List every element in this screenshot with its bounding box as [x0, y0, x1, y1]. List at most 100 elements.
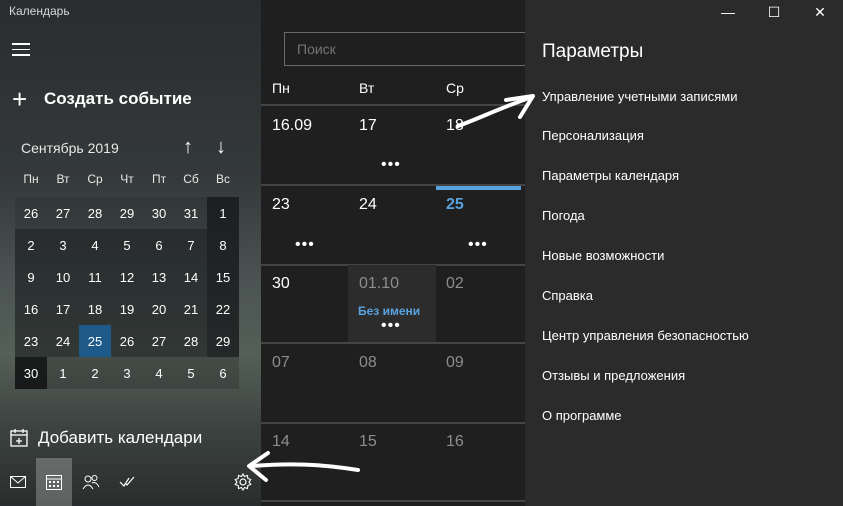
day-cell-date[interactable]: 07: [272, 354, 290, 372]
settings-title: Параметры: [542, 41, 644, 62]
day-cell-date[interactable]: 01.10: [359, 275, 399, 293]
week-divider: [261, 104, 525, 106]
more-events-indicator[interactable]: •••: [381, 156, 401, 174]
mini-calendar-day[interactable]: 4: [143, 357, 175, 389]
mini-calendar-day[interactable]: 5: [111, 229, 143, 261]
mini-calendar-weekdays: Пн Вт Ср Чт Пт Сб Вс: [15, 172, 239, 186]
mini-calendar-day[interactable]: 4: [79, 229, 111, 261]
mini-calendar-day[interactable]: 1: [207, 197, 239, 229]
day-cell-date[interactable]: 30: [272, 275, 290, 293]
day-cell-date[interactable]: 24: [359, 196, 377, 214]
mini-calendar-day[interactable]: 23: [15, 325, 47, 357]
navigation-pane: Календарь + Создать событие Сентябрь 201…: [0, 0, 261, 506]
day-cell-date[interactable]: 18: [446, 117, 464, 135]
mini-calendar-day[interactable]: 19: [111, 293, 143, 325]
close-button[interactable]: ✕: [797, 0, 843, 24]
mini-calendar-day[interactable]: 28: [175, 325, 207, 357]
day-cell-date[interactable]: 08: [359, 354, 377, 372]
more-events-indicator[interactable]: •••: [468, 236, 488, 254]
mini-calendar-day[interactable]: 16: [15, 293, 47, 325]
weekday-label: Пт: [151, 172, 167, 186]
mini-calendar-day[interactable]: 29: [207, 325, 239, 357]
day-header-tue: Вт: [359, 80, 375, 96]
menu-about[interactable]: О программе: [542, 408, 622, 423]
mini-calendar-day[interactable]: 26: [15, 197, 47, 229]
mini-calendar-day[interactable]: 21: [175, 293, 207, 325]
mini-calendar-day[interactable]: 18: [79, 293, 111, 325]
mini-calendar-day[interactable]: 11: [79, 261, 111, 293]
hamburger-menu-icon[interactable]: [12, 43, 30, 57]
mini-calendar-day[interactable]: 10: [47, 261, 79, 293]
mini-calendar-day[interactable]: 30: [15, 357, 47, 389]
more-events-indicator[interactable]: •••: [295, 236, 315, 254]
menu-calendar-settings[interactable]: Параметры календаря: [542, 168, 679, 183]
mini-calendar-day[interactable]: 30: [143, 197, 175, 229]
todo-check-icon[interactable]: [109, 458, 145, 506]
week-divider: [261, 422, 525, 424]
day-cell-date[interactable]: 17: [359, 117, 377, 135]
mini-calendar-month[interactable]: Сентябрь 2019: [21, 140, 119, 156]
settings-gear-icon[interactable]: [225, 458, 261, 506]
people-icon[interactable]: [72, 458, 108, 506]
menu-weather[interactable]: Погода: [542, 208, 585, 223]
event-item[interactable]: Без имени: [358, 304, 420, 318]
mini-calendar-day[interactable]: 15: [207, 261, 239, 293]
mini-calendar-day[interactable]: 3: [47, 229, 79, 261]
day-cell-date[interactable]: 16.09: [272, 117, 312, 135]
settings-panel: — ☐ ✕ Параметры Управление учетными запи…: [525, 0, 843, 506]
calendar-icon[interactable]: [36, 458, 73, 506]
menu-whats-new[interactable]: Новые возможности: [542, 248, 664, 263]
mini-calendar-day[interactable]: 8: [207, 229, 239, 261]
weekday-label: Вс: [215, 172, 230, 186]
mini-calendar-day[interactable]: 20: [143, 293, 175, 325]
mini-calendar-day[interactable]: 25: [79, 325, 111, 357]
app-title: Календарь: [9, 4, 70, 18]
mini-calendar-day[interactable]: 5: [175, 357, 207, 389]
search-input[interactable]: [284, 32, 534, 66]
mail-icon[interactable]: [0, 458, 36, 506]
mini-calendar-day[interactable]: 27: [143, 325, 175, 357]
day-cell-date[interactable]: 16: [446, 433, 464, 451]
day-cell-date[interactable]: 09: [446, 354, 464, 372]
day-cell-date[interactable]: 02: [446, 275, 464, 293]
mini-calendar-day[interactable]: 6: [207, 357, 239, 389]
mini-calendar-day[interactable]: 1: [47, 357, 79, 389]
mini-calendar-day[interactable]: 3: [111, 357, 143, 389]
mini-calendar-day[interactable]: 6: [143, 229, 175, 261]
mini-calendar-day[interactable]: 13: [143, 261, 175, 293]
mini-calendar-day[interactable]: 31: [175, 197, 207, 229]
weekday-label: Чт: [120, 172, 134, 186]
previous-month-arrow-icon[interactable]: ↑: [183, 136, 193, 159]
day-header-wed: Ср: [446, 80, 464, 96]
mini-calendar-day[interactable]: 9: [15, 261, 47, 293]
menu-feedback[interactable]: Отзывы и предложения: [542, 368, 685, 383]
day-cell-date[interactable]: 23: [272, 196, 290, 214]
menu-personalization[interactable]: Персонализация: [542, 128, 644, 143]
mini-calendar-day[interactable]: 26: [111, 325, 143, 357]
new-event-button[interactable]: + Создать событие: [12, 86, 192, 112]
weekday-label: Сб: [183, 172, 199, 186]
mini-calendar-day[interactable]: 22: [207, 293, 239, 325]
mini-calendar-day[interactable]: 14: [175, 261, 207, 293]
maximize-button[interactable]: ☐: [751, 0, 797, 24]
menu-help[interactable]: Справка: [542, 288, 593, 303]
add-calendars-button[interactable]: Добавить календари: [10, 428, 202, 448]
mini-calendar-day[interactable]: 12: [111, 261, 143, 293]
mini-calendar-day[interactable]: 24: [47, 325, 79, 357]
today-date[interactable]: 25: [446, 196, 464, 214]
minimize-button[interactable]: —: [705, 0, 751, 24]
mini-calendar-day[interactable]: 7: [175, 229, 207, 261]
mini-calendar-day[interactable]: 2: [79, 357, 111, 389]
mini-calendar-day[interactable]: 28: [79, 197, 111, 229]
mini-calendar-day[interactable]: 2: [15, 229, 47, 261]
menu-manage-accounts[interactable]: Управление учетными записями: [542, 89, 737, 104]
mini-calendar-day[interactable]: 27: [47, 197, 79, 229]
day-cell-date[interactable]: 15: [359, 433, 377, 451]
day-cell-date[interactable]: 14: [272, 433, 290, 451]
mini-calendar-day[interactable]: 29: [111, 197, 143, 229]
more-events-indicator[interactable]: •••: [381, 317, 401, 335]
menu-trust-center[interactable]: Центр управления безопасностью: [542, 328, 749, 343]
add-calendars-label: Добавить календари: [38, 428, 203, 447]
next-month-arrow-icon[interactable]: ↓: [216, 136, 226, 159]
mini-calendar-day[interactable]: 17: [47, 293, 79, 325]
